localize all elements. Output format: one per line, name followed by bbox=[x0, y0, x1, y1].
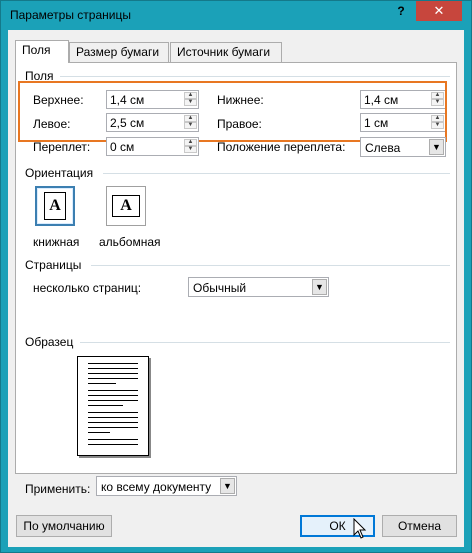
spinner-arrows-icon[interactable]: ▲ ▼ bbox=[184, 115, 197, 130]
apply-to-dropdown[interactable]: ко всему документу ▼ bbox=[96, 476, 237, 496]
spinner-arrows-icon[interactable]: ▲ ▼ bbox=[184, 92, 197, 107]
help-button[interactable]: ? bbox=[388, 1, 414, 21]
preview-line bbox=[88, 427, 138, 428]
apply-to-value: ко всему документу bbox=[101, 480, 212, 494]
preview-line bbox=[88, 412, 138, 413]
left-margin-label: Левое: bbox=[33, 117, 71, 131]
mouse-cursor-icon bbox=[353, 518, 367, 539]
tab-paper-size[interactable]: Размер бумаги bbox=[69, 42, 169, 62]
preview-line bbox=[88, 400, 138, 401]
preview-line bbox=[88, 363, 138, 364]
preview-line bbox=[88, 417, 138, 418]
preview-line bbox=[88, 368, 138, 369]
chevron-down-icon[interactable]: ▼ bbox=[220, 478, 235, 494]
top-margin-label: Верхнее: bbox=[33, 93, 84, 107]
margins-group-divider bbox=[60, 76, 450, 77]
set-as-default-button[interactable]: По умолчанию bbox=[16, 515, 112, 537]
bottom-margin-label: Нижнее: bbox=[217, 93, 264, 107]
gutter-position-dropdown[interactable]: Слева ▼ bbox=[360, 137, 446, 157]
preview-group-divider bbox=[80, 342, 450, 343]
preview-line bbox=[88, 439, 138, 440]
spinner-arrows-icon[interactable]: ▲ ▼ bbox=[431, 92, 444, 107]
multiple-pages-label: несколько страниц: bbox=[33, 281, 142, 295]
gutter-position-label: Положение переплета: bbox=[217, 140, 346, 154]
spinner-arrows-icon[interactable]: ▲ ▼ bbox=[184, 139, 197, 154]
gutter-label: Переплет: bbox=[33, 140, 91, 154]
preview-line bbox=[88, 444, 138, 445]
apply-to-label: Применить: bbox=[25, 482, 91, 496]
multiple-pages-value: Обычный bbox=[193, 281, 247, 295]
chevron-down-icon[interactable]: ▼ bbox=[312, 279, 327, 295]
right-margin-value: 1 см bbox=[364, 116, 389, 130]
tab-margins[interactable]: Поля bbox=[15, 40, 69, 63]
landscape-option[interactable]: A bbox=[106, 186, 146, 226]
preview-line bbox=[88, 432, 110, 433]
window-title: Параметры страницы bbox=[10, 8, 131, 22]
preview-line bbox=[88, 383, 116, 384]
pages-group-divider bbox=[91, 265, 450, 266]
bottom-margin-value: 1,4 см bbox=[364, 93, 399, 107]
pages-group-label: Страницы bbox=[25, 258, 82, 272]
margins-group-label: Поля bbox=[25, 69, 54, 83]
left-margin-spinner[interactable]: 2,5 см ▲ ▼ bbox=[106, 113, 199, 132]
tab-paper-source[interactable]: Источник бумаги bbox=[170, 42, 282, 62]
bottom-margin-spinner[interactable]: 1,4 см ▲ ▼ bbox=[360, 90, 446, 109]
close-button[interactable]: ✕ bbox=[416, 1, 462, 21]
preview-group-label: Образец bbox=[25, 335, 74, 349]
preview-line bbox=[88, 422, 138, 423]
gutter-spinner[interactable]: 0 см ▲ ▼ bbox=[106, 137, 199, 156]
preview-line bbox=[88, 390, 138, 391]
cancel-button[interactable]: Отмена bbox=[382, 515, 457, 537]
landscape-page-icon: A bbox=[112, 195, 140, 217]
orientation-group-label: Ориентация bbox=[25, 166, 94, 180]
chevron-down-icon[interactable]: ▼ bbox=[429, 139, 444, 155]
preview-line bbox=[88, 378, 138, 379]
preview-line bbox=[88, 373, 138, 374]
preview-line bbox=[88, 405, 123, 406]
landscape-label: альбомная bbox=[99, 235, 161, 249]
right-margin-spinner[interactable]: 1 см ▲ ▼ bbox=[360, 113, 446, 132]
spinner-arrows-icon[interactable]: ▲ ▼ bbox=[431, 115, 444, 130]
left-margin-value: 2,5 см bbox=[110, 116, 145, 130]
portrait-label: книжная bbox=[33, 235, 80, 249]
portrait-page-icon: A bbox=[44, 192, 66, 220]
gutter-value: 0 см bbox=[110, 140, 135, 154]
orientation-group-divider bbox=[103, 173, 450, 174]
title-bar[interactable]: Параметры страницы ? ✕ bbox=[1, 1, 471, 30]
page-preview bbox=[77, 356, 149, 456]
top-margin-spinner[interactable]: 1,4 см ▲ ▼ bbox=[106, 90, 199, 109]
page-setup-dialog: Параметры страницы ? ✕ Поля Размер бумаг… bbox=[0, 0, 472, 553]
right-margin-label: Правое: bbox=[217, 117, 262, 131]
dialog-client-area: Поля Размер бумаги Источник бумаги Поля … bbox=[8, 30, 464, 547]
multiple-pages-dropdown[interactable]: Обычный ▼ bbox=[188, 277, 329, 297]
preview-line bbox=[88, 395, 138, 396]
top-margin-value: 1,4 см bbox=[110, 93, 145, 107]
gutter-position-value: Слева bbox=[365, 141, 401, 155]
portrait-option[interactable]: A bbox=[35, 186, 75, 226]
